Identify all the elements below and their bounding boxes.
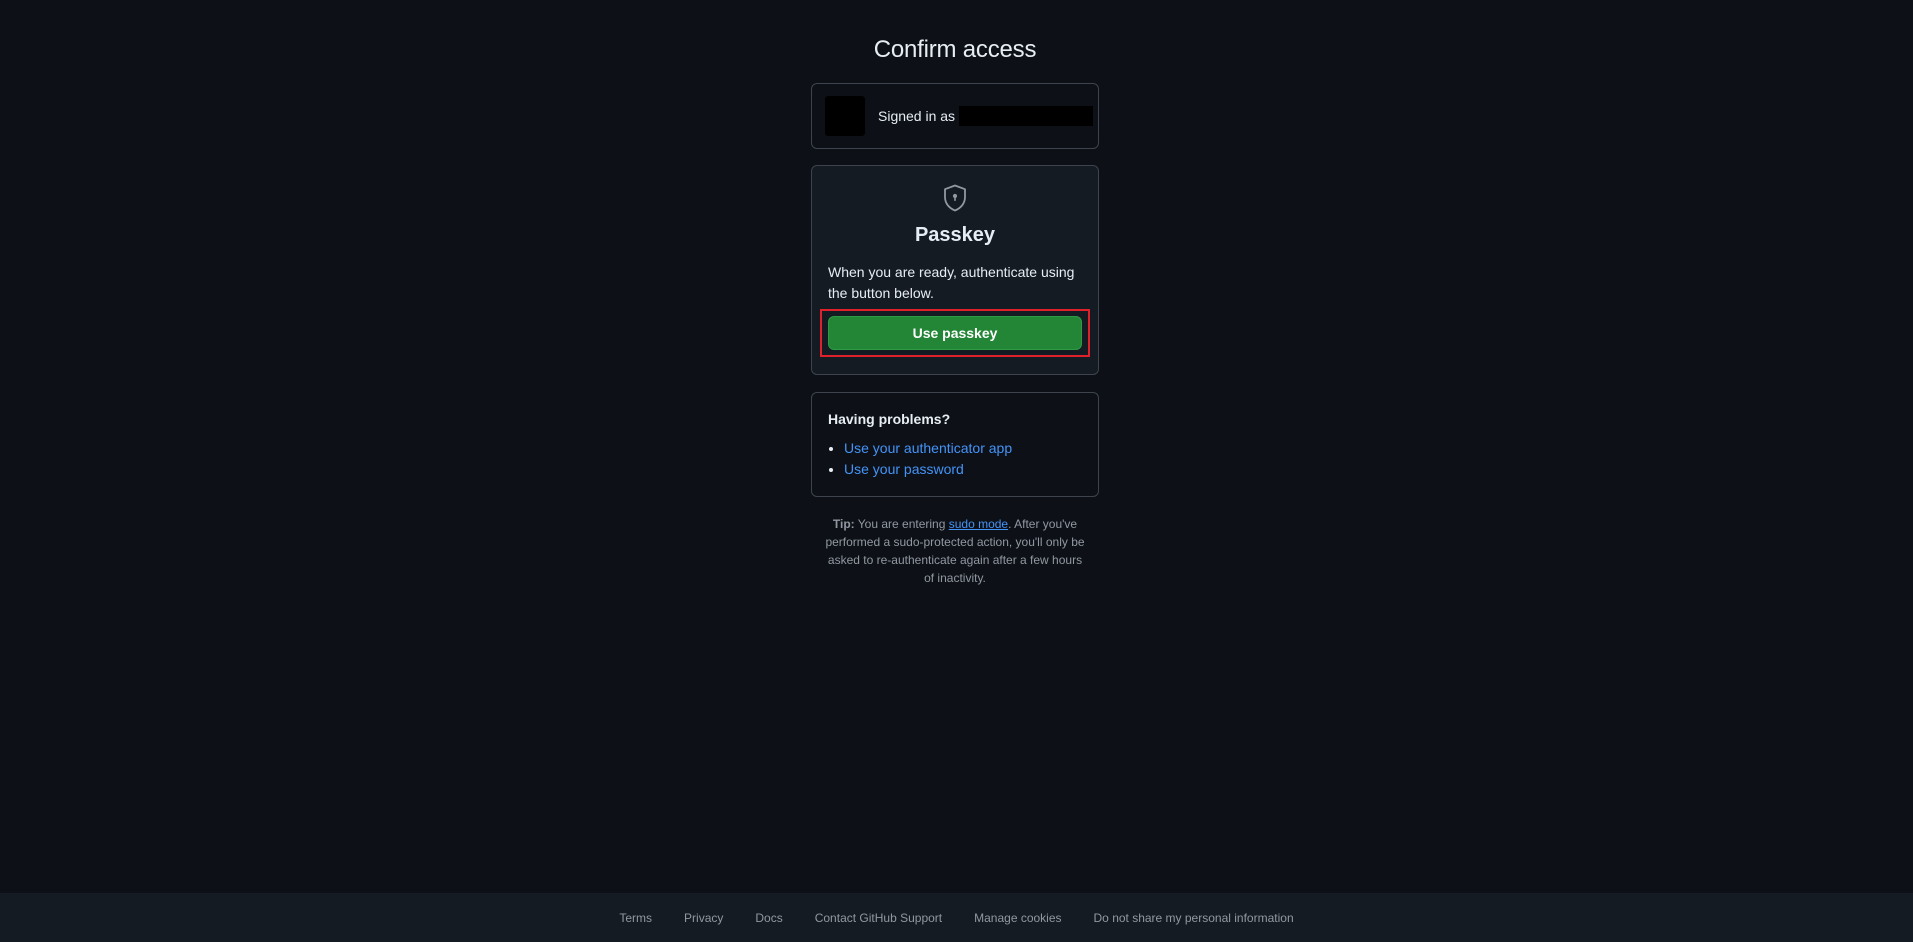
passkey-description: When you are ready, authenticate using t… xyxy=(828,264,1075,301)
page-title: Confirm access xyxy=(873,36,1037,63)
avatar xyxy=(825,96,865,136)
footer: Terms Privacy Docs Contact GitHub Suppor… xyxy=(0,893,1913,942)
tip-label: Tip: xyxy=(832,517,855,531)
sudo-mode-link[interactable]: sudo mode xyxy=(949,517,1008,531)
use-passkey-button[interactable]: Use passkey xyxy=(828,316,1082,350)
use-password-link[interactable]: Use your password xyxy=(844,461,964,477)
having-problems-box: Having problems? Use your authenticator … xyxy=(811,392,1099,497)
list-item: Use your password xyxy=(844,459,1082,480)
signed-in-label: Signed in as xyxy=(878,108,956,124)
page: Confirm access Signed in as Passkey When… xyxy=(0,0,1913,942)
shield-lock-icon xyxy=(939,184,971,218)
list-item: Use your authenticator app xyxy=(844,438,1082,459)
signed-in-box: Signed in as xyxy=(811,83,1099,149)
passkey-button-highlight: Use passkey xyxy=(820,309,1090,357)
tip-text-before: You are entering xyxy=(854,517,949,531)
do-not-share-info-button[interactable]: Do not share my personal information xyxy=(1094,911,1294,925)
sudo-mode-tip: Tip: You are entering sudo mode. After y… xyxy=(811,515,1099,587)
manage-cookies-button[interactable]: Manage cookies xyxy=(974,911,1061,925)
username-redacted xyxy=(959,106,1094,126)
having-problems-title: Having problems? xyxy=(828,411,951,427)
passkey-box: Passkey When you are ready, authenticate… xyxy=(811,165,1099,375)
use-authenticator-app-link[interactable]: Use your authenticator app xyxy=(844,440,1012,456)
footer-link-docs[interactable]: Docs xyxy=(755,911,782,925)
footer-link-contact-support[interactable]: Contact GitHub Support xyxy=(815,911,942,925)
footer-link-privacy[interactable]: Privacy xyxy=(684,911,723,925)
passkey-title: Passkey xyxy=(914,224,996,246)
alternate-methods-list: Use your authenticator app Use your pass… xyxy=(828,438,1082,480)
footer-link-terms[interactable]: Terms xyxy=(619,911,652,925)
confirm-access-panel: Confirm access Signed in as Passkey When… xyxy=(811,30,1099,599)
